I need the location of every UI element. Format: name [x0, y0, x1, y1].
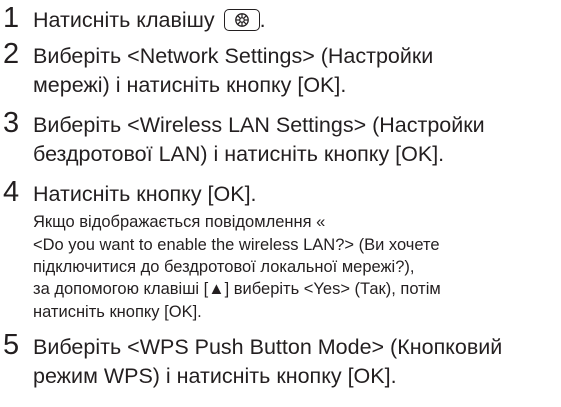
step-number: 5: [3, 329, 20, 361]
note-line-5: натисніть кнопку [OK].: [33, 303, 202, 321]
note-line-4: за допомогою клавіші [▲] виберіть <Yes> …: [33, 280, 441, 298]
menu-key-icon: [223, 9, 260, 31]
step-text-line-2: бездротової LAN) і натисніть кнопку [OK]…: [33, 142, 445, 166]
step-text-line-1: Виберіть <WPS Push Button Mode> (Кнопков…: [33, 335, 503, 359]
step-number: 3: [3, 107, 20, 139]
step-text-line-2: режим WPS) і натисніть кнопку [OK].: [33, 364, 397, 388]
step-text-line-1: Виберіть <Network Settings> (Настройки: [33, 44, 434, 68]
step-text: Натисніть клавішу .: [33, 6, 266, 34]
step-text-line-2: мережі) і натисніть кнопку [OK].: [33, 73, 347, 97]
step-text-after: .: [259, 8, 266, 32]
step-text-line-1: Натисніть кнопку [OK].: [33, 182, 257, 206]
step-number: 1: [3, 2, 20, 34]
step-text-before: Натисніть клавішу: [33, 8, 221, 32]
step-number: 4: [3, 176, 20, 208]
note-line-3: підключитися до бездротової локальної ме…: [33, 258, 415, 276]
note-line-1: Якщо відображається повідомлення «: [33, 213, 326, 231]
note-line-2: <Do you want to enable the wireless LAN?…: [33, 236, 440, 254]
step-number: 2: [3, 38, 20, 70]
step-text-line-1: Виберіть <Wireless LAN Settings> (Настро…: [33, 113, 485, 137]
